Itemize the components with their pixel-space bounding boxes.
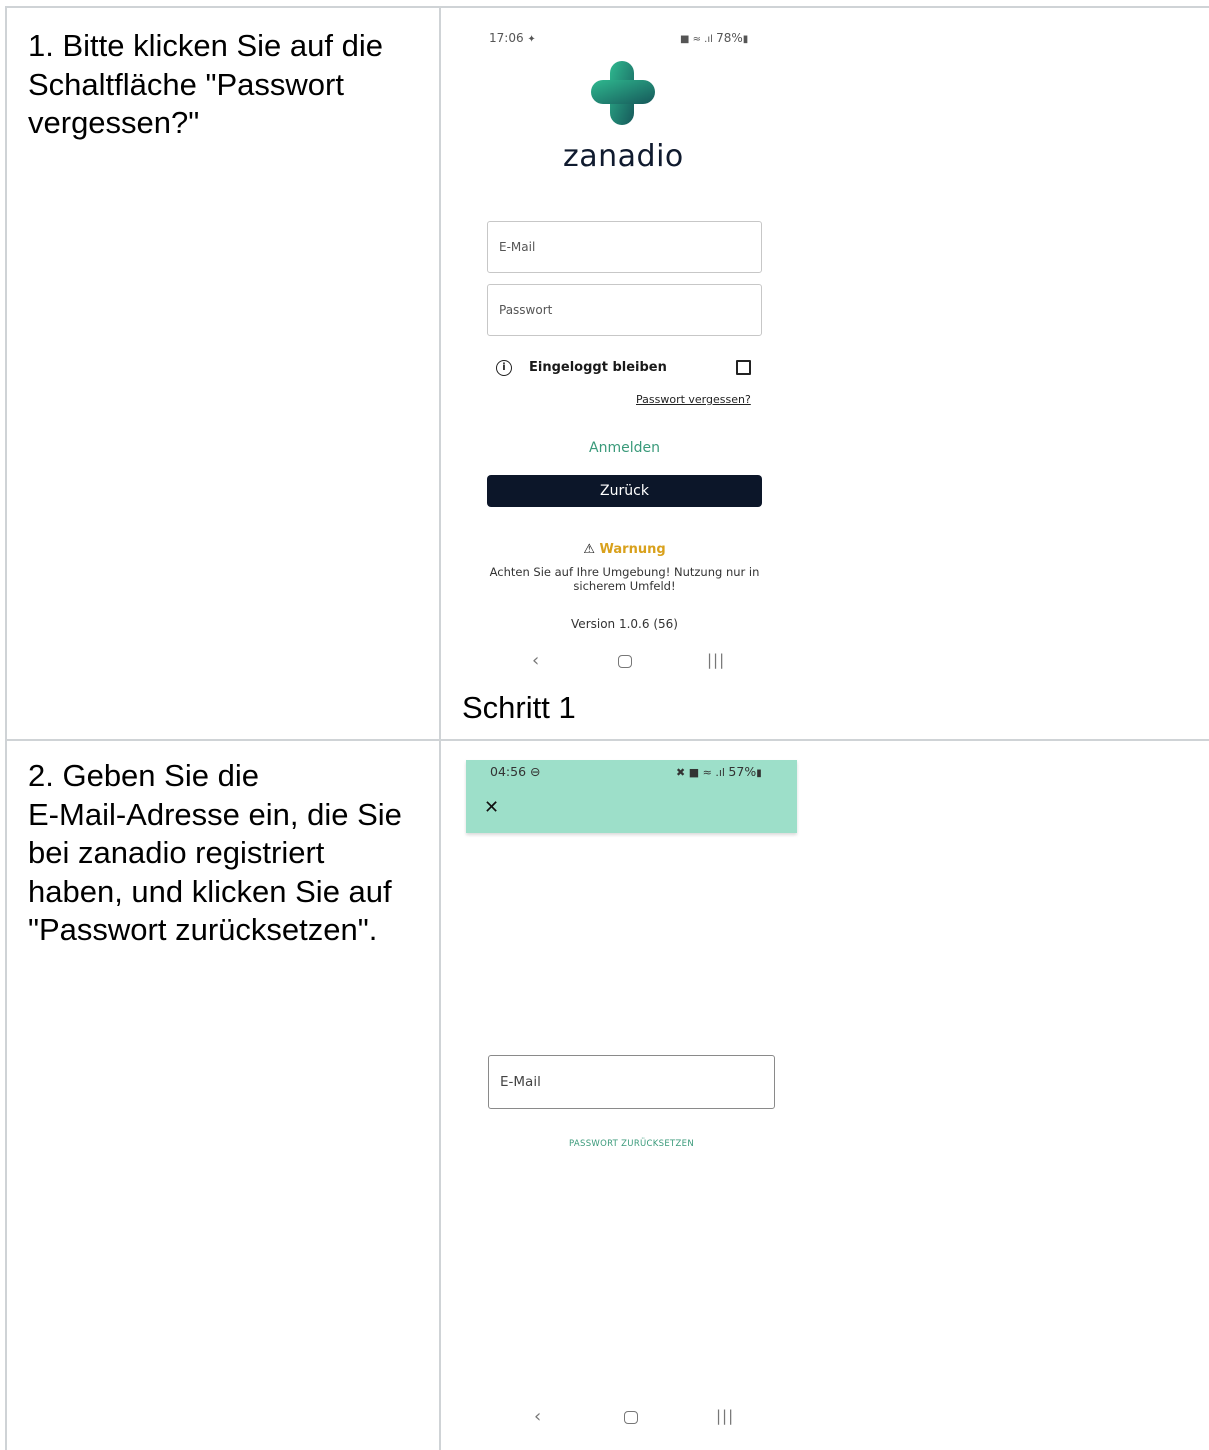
email-placeholder: E-Mail [500,1074,541,1090]
nav-back-icon[interactable]: ‹ [532,650,539,671]
battery-icon: ▮ [742,34,749,45]
remember-me-checkbox[interactable] [736,360,751,375]
table-row-divider [5,739,1209,741]
email-field[interactable]: E-Mail [487,221,762,273]
step-1-instruction: 1. Bitte klicken Sie auf die Schaltfläch… [28,27,383,143]
nav-recent-icon[interactable]: ||| [707,651,725,669]
instruction-line: 2. Geben Sie die [28,758,259,793]
login-button[interactable]: Anmelden [487,440,762,456]
logo-cross-icon [591,61,655,125]
instruction-line: bei zanadio registriert [28,835,325,870]
email-field[interactable]: E-Mail [488,1055,775,1109]
status-location-icon: ✦ [527,34,536,45]
nav-recent-icon[interactable]: ||| [716,1407,734,1425]
back-button[interactable]: Zurück [487,475,762,507]
instruction-line: E-Mail-Adresse ein, die Sie [28,796,402,832]
forgot-password-link[interactable]: Passwort vergessen? [636,393,751,406]
close-icon[interactable]: ✕ [484,797,499,818]
instruction-line: "Passwort zurücksetzen". [28,912,378,947]
warning-title: ⚠ Warnung [583,542,666,557]
info-icon[interactable]: i [496,360,512,376]
status-time: 04:56 ⊖ [490,764,541,779]
nav-home-icon[interactable] [624,1411,638,1424]
email-placeholder: E-Mail [499,240,536,254]
password-field[interactable]: Passwort [487,284,762,336]
table-border-left [5,6,7,1450]
status-indicators: ■ ≈ .ıl 78%▮ [680,31,749,45]
status-icons: ■ ≈ .ıl [680,34,717,45]
nav-home-icon[interactable] [618,655,632,668]
battery-icon: ▮ [756,768,762,779]
status-indicators: ✖ ■ ≈ .ıl 57%▮ [676,764,762,779]
nav-back-icon[interactable]: ‹ [534,1406,541,1427]
instruction-line: vergessen?" [28,105,200,140]
app-version: Version 1.0.6 (56) [571,617,678,631]
status-icons: ✖ ■ ≈ .ıl [676,766,729,779]
instruction-line: Schaltfläche "Passwort [28,66,344,102]
remember-me-label: Eingeloggt bleiben [529,360,667,375]
status-time: 17:06 ✦ [489,31,536,45]
app-name: zanadio [563,139,684,174]
table-border-middle [439,6,441,1450]
instruction-line: haben, und klicken Sie auf [28,873,392,909]
reset-password-button[interactable]: PASSWORT ZURÜCKSETZEN [488,1139,775,1149]
table-border-top [5,6,1209,8]
password-placeholder: Passwort [499,303,553,317]
status-dnd-icon: ⊖ [530,764,541,779]
step-2-instruction: 2. Geben Sie die E-Mail-Adresse ein, die… [28,757,402,950]
instruction-line: 1. Bitte klicken Sie auf die [28,28,383,63]
step-1-caption: Schritt 1 [462,690,576,725]
warning-icon: ⚠ [583,542,595,557]
warning-text: Achten Sie auf Ihre Umgebung! Nutzung nu… [489,565,760,593]
